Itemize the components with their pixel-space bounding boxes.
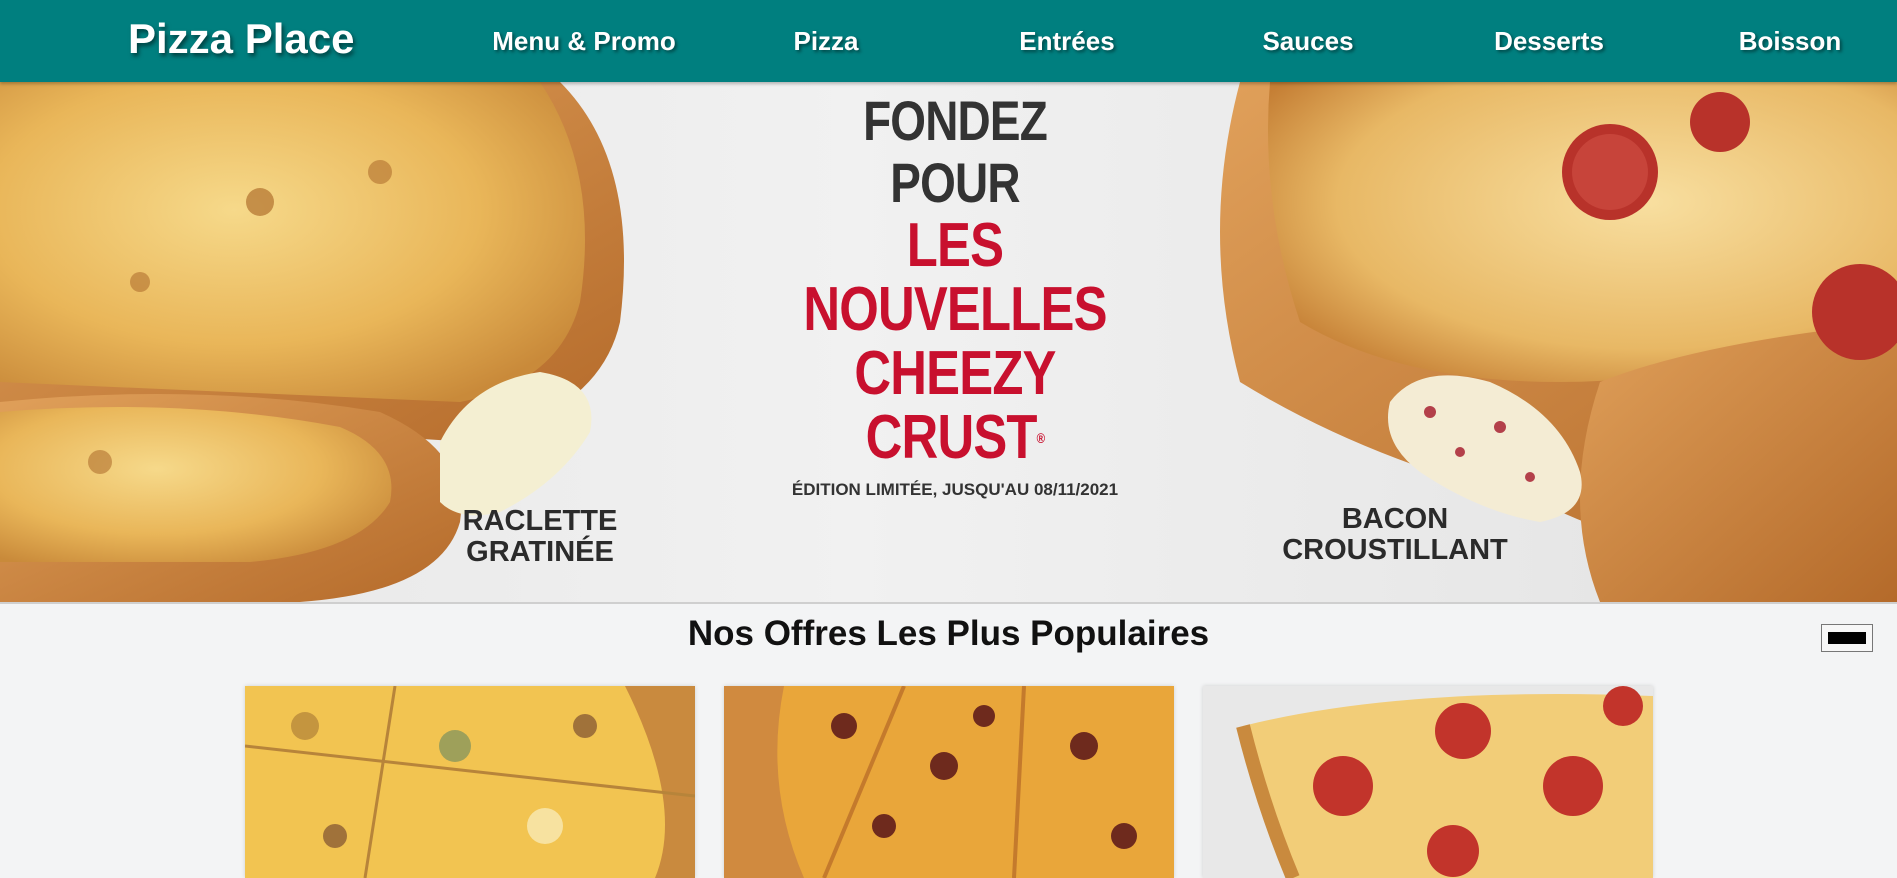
toggle-bar-icon <box>1828 632 1866 644</box>
registered-mark: ® <box>1036 430 1045 446</box>
offer-card-sausage[interactable] <box>724 686 1174 878</box>
promo-line-1: FONDEZ POUR <box>863 89 1048 214</box>
promo-line-3-text: CHEEZY CRUST <box>854 339 1056 472</box>
hero-banner[interactable]: FONDEZ POUR LES NOUVELLES CHEEZY CRUST® … <box>0 82 1897 604</box>
offer-card-four-cheese[interactable] <box>245 686 695 878</box>
flavor-right-label: BACON CROUSTILLANT <box>1265 504 1525 566</box>
brand-logo[interactable]: Pizza Place <box>128 15 354 63</box>
four-cheese-pizza-image <box>245 686 695 878</box>
flavor-right-line2: CROUSTILLANT <box>1282 534 1508 566</box>
nav-sauces[interactable]: Sauces <box>1262 26 1353 57</box>
nav-desserts[interactable]: Desserts <box>1494 26 1604 57</box>
nav-boisson[interactable]: Boisson <box>1739 26 1842 57</box>
top-navbar: Pizza Place Menu & Promo Pizza Entrées S… <box>0 0 1897 82</box>
promo-note: ÉDITION LIMITÉE, JUSQU'AU 08/11/2021 <box>791 480 1119 499</box>
nav-entrees[interactable]: Entrées <box>1019 26 1114 57</box>
dark-mode-toggle-button[interactable] <box>1821 624 1873 652</box>
promo-line-2: LES NOUVELLES <box>803 211 1107 344</box>
flavor-right-line1: BACON <box>1341 503 1449 535</box>
offers-title: Nos Offres Les Plus Populaires <box>687 614 1210 653</box>
flavor-left-label: RACLETTE GRATINÉE <box>440 506 640 568</box>
flavor-left-line2: GRATINÉE <box>466 536 614 568</box>
promo-line-3: CHEEZY CRUST® <box>795 342 1115 470</box>
nav-menu-promo[interactable]: Menu & Promo <box>492 26 675 57</box>
flavor-left-line1: RACLETTE <box>462 505 618 537</box>
pepperoni-pizza-image <box>1203 686 1653 878</box>
promo-headline: FONDEZ POUR LES NOUVELLES CHEEZY CRUST® … <box>760 90 1150 500</box>
offer-card-pepperoni[interactable] <box>1203 686 1653 878</box>
sausage-pizza-image <box>724 686 1174 878</box>
nav-pizza[interactable]: Pizza <box>793 26 858 57</box>
